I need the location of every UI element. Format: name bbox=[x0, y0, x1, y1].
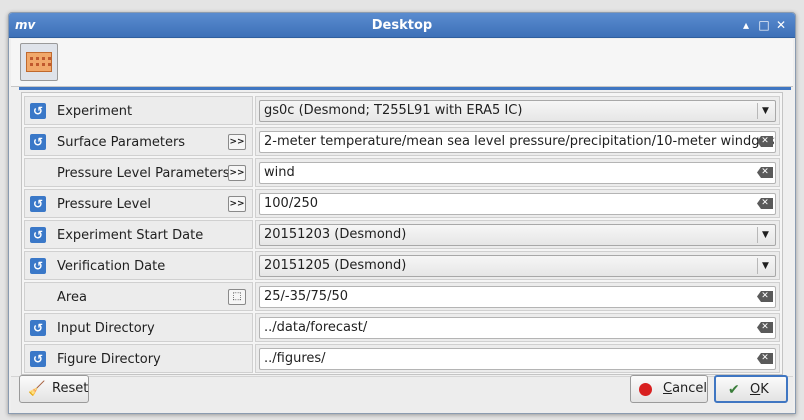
reset-param-icon[interactable]: ↺ bbox=[30, 258, 46, 274]
desktop-window: mv Desktop ▴ □ ✕ ↺ Experiment gs0c (Desm… bbox=[8, 12, 796, 414]
pressure-level-value: 100/250 bbox=[264, 196, 319, 211]
icon-toolbar bbox=[11, 39, 793, 87]
grid-map-icon bbox=[26, 52, 52, 72]
window-title: Desktop bbox=[371, 18, 433, 33]
chevron-down-icon[interactable]: ▼ bbox=[757, 227, 773, 243]
parameters-form: ↺ Experiment gs0c (Desmond; T255L91 with… bbox=[21, 92, 783, 375]
title-bar[interactable]: mv Desktop ▴ □ ✕ bbox=[9, 13, 795, 38]
area-select-icon[interactable]: ⬚ bbox=[228, 289, 246, 305]
row-pressure-level: ↺ Pressure Level >> 100/250 ✕ bbox=[22, 188, 782, 219]
close-icon[interactable]: ✕ bbox=[774, 18, 788, 32]
reset-param-icon[interactable]: ↺ bbox=[30, 227, 46, 243]
surface-parameters-value: 2-meter temperature/mean sea level press… bbox=[264, 134, 776, 149]
checkmark-icon: ✔ bbox=[728, 382, 740, 398]
verification-date-label: Verification Date bbox=[57, 259, 166, 274]
ok-button[interactable]: ✔ OK bbox=[714, 375, 788, 403]
row-experiment: ↺ Experiment gs0c (Desmond; T255L91 with… bbox=[22, 95, 782, 126]
area-value: 25/-35/75/50 bbox=[264, 289, 348, 304]
experiment-start-date-select[interactable]: 20151203 (Desmond) ▼ bbox=[259, 224, 776, 246]
broom-icon: 🧹 bbox=[28, 381, 46, 397]
figure-directory-value: ../figures/ bbox=[264, 351, 326, 366]
experiment-label: Experiment bbox=[57, 104, 133, 119]
verification-date-value: 20151205 (Desmond) bbox=[264, 258, 407, 273]
expand-list-icon[interactable]: >> bbox=[228, 196, 246, 212]
experiment-value: gs0c (Desmond; T255L91 with ERA5 IC) bbox=[264, 103, 523, 118]
surface-parameters-input[interactable]: 2-meter temperature/mean sea level press… bbox=[259, 131, 776, 153]
row-figure-directory: ↺ Figure Directory ../figures/ ✕ bbox=[22, 343, 782, 374]
cancel-icon bbox=[639, 383, 652, 396]
pressure-level-input[interactable]: 100/250 bbox=[259, 193, 776, 215]
ok-button-label: OK bbox=[750, 382, 769, 397]
cancel-button-label: Cancel bbox=[663, 381, 708, 396]
cancel-button[interactable]: Cancel bbox=[630, 375, 708, 403]
row-input-directory: ↺ Input Directory ../data/forecast/ ✕ bbox=[22, 312, 782, 343]
experiment-start-date-value: 20151203 (Desmond) bbox=[264, 227, 407, 242]
minimize-icon[interactable]: ▴ bbox=[739, 18, 753, 32]
pressure-level-parameters-label: Pressure Level Parameters bbox=[57, 166, 230, 181]
reset-param-icon[interactable]: ↺ bbox=[30, 320, 46, 336]
row-surface-parameters: ↺ Surface Parameters >> 2-meter temperat… bbox=[22, 126, 782, 157]
accent-divider bbox=[19, 87, 791, 90]
surface-parameters-label: Surface Parameters bbox=[57, 135, 186, 150]
row-experiment-start-date: ↺ Experiment Start Date 20151203 (Desmon… bbox=[22, 219, 782, 250]
experiment-start-date-label: Experiment Start Date bbox=[57, 228, 204, 243]
chevron-down-icon[interactable]: ▼ bbox=[757, 258, 773, 274]
input-directory-label: Input Directory bbox=[57, 321, 155, 336]
verification-date-select[interactable]: 20151205 (Desmond) ▼ bbox=[259, 255, 776, 277]
experiment-select[interactable]: gs0c (Desmond; T255L91 with ERA5 IC) ▼ bbox=[259, 100, 776, 122]
figure-directory-input[interactable]: ../figures/ bbox=[259, 348, 776, 370]
reset-param-icon[interactable]: ↺ bbox=[30, 351, 46, 367]
pressure-level-label: Pressure Level bbox=[57, 197, 151, 212]
area-input[interactable]: 25/-35/75/50 bbox=[259, 286, 776, 308]
reset-button[interactable]: 🧹 Reset bbox=[19, 375, 89, 403]
expand-list-icon[interactable]: >> bbox=[228, 165, 246, 181]
area-label: Area bbox=[57, 290, 87, 305]
expand-list-icon[interactable]: >> bbox=[228, 134, 246, 150]
pressure-level-parameters-value: wind bbox=[264, 165, 295, 180]
dialog-footer: 🧹 Reset Cancel ✔ OK bbox=[11, 375, 793, 413]
reset-button-label: Reset bbox=[52, 381, 89, 396]
chevron-down-icon[interactable]: ▼ bbox=[757, 103, 773, 119]
row-area: Area ⬚ 25/-35/75/50 ✕ bbox=[22, 281, 782, 312]
figure-directory-label: Figure Directory bbox=[57, 352, 161, 367]
row-verification-date: ↺ Verification Date 20151205 (Desmond) ▼ bbox=[22, 250, 782, 281]
reset-param-icon[interactable]: ↺ bbox=[30, 134, 46, 150]
row-pressure-level-parameters: Pressure Level Parameters >> wind ✕ bbox=[22, 157, 782, 188]
input-directory-value: ../data/forecast/ bbox=[264, 320, 368, 335]
maximize-icon[interactable]: □ bbox=[757, 18, 771, 32]
grid-map-tab[interactable] bbox=[20, 43, 58, 81]
reset-param-icon[interactable]: ↺ bbox=[30, 103, 46, 119]
reset-param-icon[interactable]: ↺ bbox=[30, 196, 46, 212]
pressure-level-parameters-input[interactable]: wind bbox=[259, 162, 776, 184]
input-directory-input[interactable]: ../data/forecast/ bbox=[259, 317, 776, 339]
